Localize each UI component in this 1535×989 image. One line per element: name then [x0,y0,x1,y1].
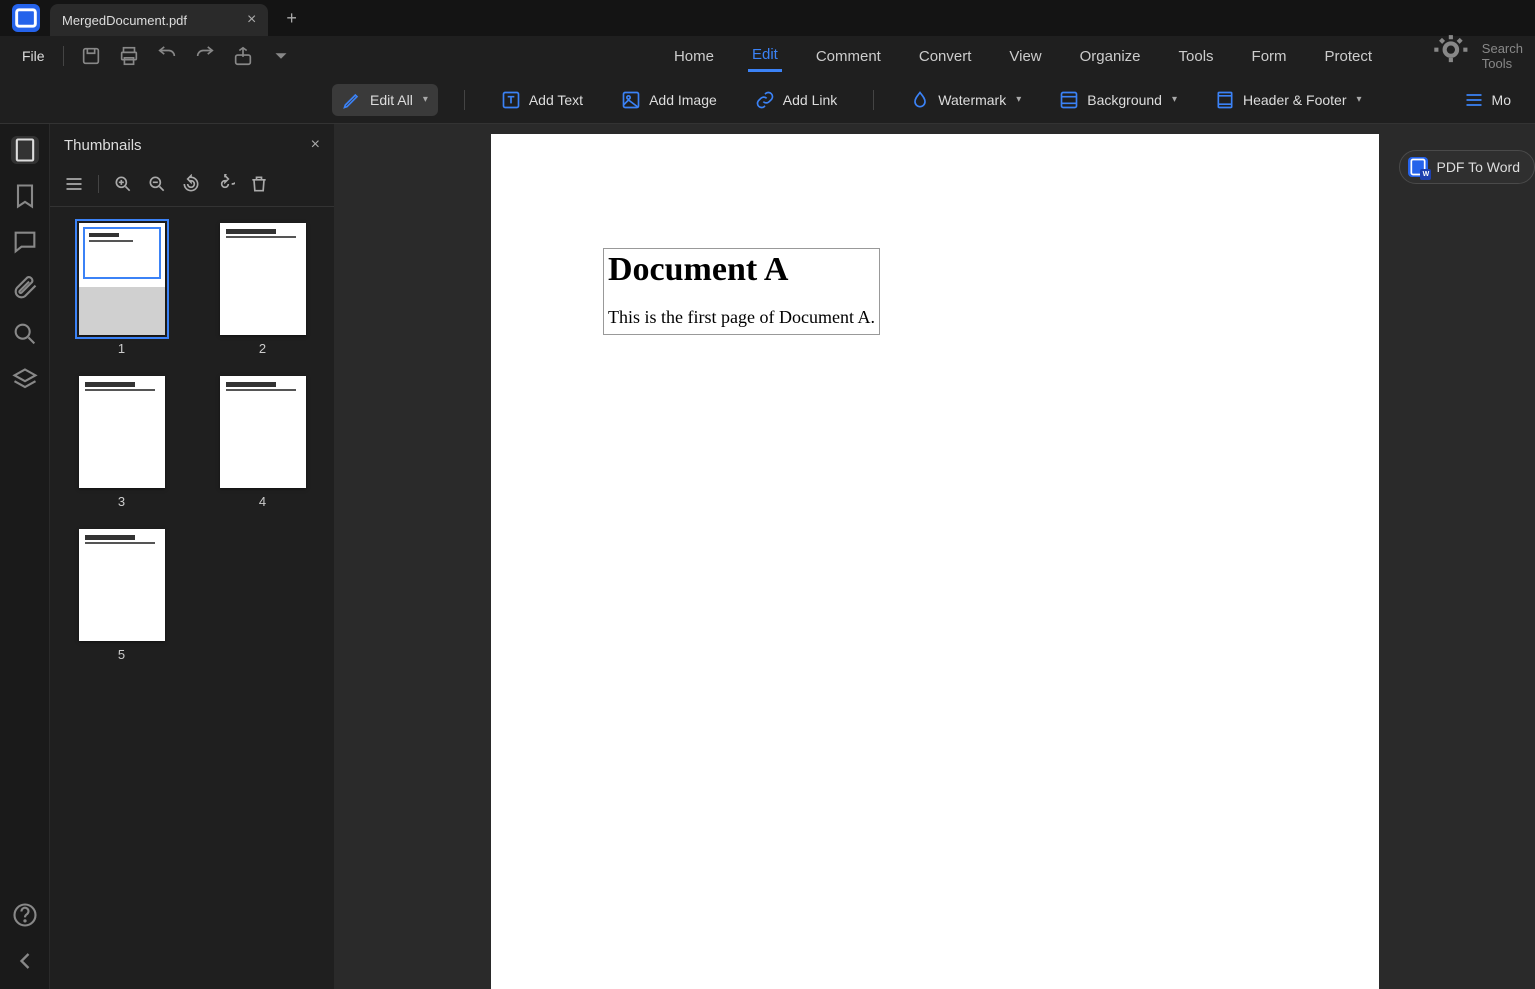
menu-convert[interactable]: Convert [915,42,976,71]
zoom-out-icon[interactable] [147,174,167,194]
word-icon: W [1408,157,1428,177]
search-tools-label: Search Tools [1482,41,1523,71]
add-text-label: Add Text [529,92,583,108]
page-thumbnail-3[interactable]: 3 [66,376,177,509]
menu-tools[interactable]: Tools [1175,42,1218,71]
page-number: 2 [259,341,266,356]
divider [98,175,99,193]
page-thumbnail-5[interactable]: 5 [66,529,177,662]
thumbnails-title: Thumbnails [64,137,142,154]
tab-title: MergedDocument.pdf [62,13,187,28]
thumbnails-header: Thumbnails × [50,124,334,166]
new-tab-button[interactable]: + [286,8,297,29]
edit-all-label: Edit All [370,92,413,108]
main-menu: Home Edit Comment Convert View Organize … [670,31,1523,81]
pdf-to-word-label: PDF To Word [1436,159,1520,175]
pencil-icon [342,90,362,110]
chevron-down-icon: ▾ [1172,94,1177,105]
watermark-button[interactable]: Watermark ▾ [900,84,1031,116]
share-icon[interactable] [232,45,254,67]
thumbnails-panel: Thumbnails × 1 [50,124,335,989]
menu-comment[interactable]: Comment [812,42,885,71]
watermark-label: Watermark [938,92,1006,108]
document-body-text[interactable]: This is the first page of Document A. [608,307,875,328]
file-menu[interactable]: File [12,48,55,64]
bookmarks-rail-icon[interactable] [11,182,39,210]
dropdown-icon[interactable] [270,45,292,67]
save-icon[interactable] [80,45,102,67]
more-label: Mo [1492,92,1511,108]
thumbnails-rail-icon[interactable] [11,136,39,164]
page-thumbnail-4[interactable]: 4 [207,376,318,509]
hamburger-icon [1464,90,1484,110]
rotate-left-icon[interactable] [181,174,201,194]
app-logo-icon [12,4,40,32]
quick-access-bar: File Home Edit Comment Convert View Orga… [0,36,1535,76]
search-tools[interactable]: Search Tools [1426,31,1523,81]
background-button[interactable]: Background ▾ [1049,84,1187,116]
chevron-down-icon: ▾ [1016,94,1021,105]
list-icon[interactable] [64,174,84,194]
left-rail [0,124,50,989]
zoom-in-icon[interactable] [113,174,133,194]
text-edit-box[interactable]: Document A This is the first page of Doc… [603,248,880,335]
help-rail-icon[interactable] [11,901,39,929]
divider [873,90,874,110]
image-icon [621,90,641,110]
main-area: Thumbnails × 1 [0,124,1535,989]
attachments-rail-icon[interactable] [11,274,39,302]
document-viewport[interactable]: Document A This is the first page of Doc… [335,124,1535,989]
menu-view[interactable]: View [1005,42,1045,71]
header-footer-icon [1215,90,1235,110]
divider [63,46,64,66]
menu-form[interactable]: Form [1248,42,1291,71]
undo-icon[interactable] [156,45,178,67]
chevron-down-icon: ▾ [1357,94,1362,105]
comments-rail-icon[interactable] [11,228,39,256]
delete-icon[interactable] [249,174,269,194]
close-tab-icon[interactable]: × [247,11,256,29]
divider [464,90,465,110]
add-image-label: Add Image [649,92,717,108]
page-number: 4 [259,494,266,509]
header-footer-button[interactable]: Header & Footer ▾ [1205,84,1372,116]
print-icon[interactable] [118,45,140,67]
page-thumbnail-2[interactable]: 2 [207,223,318,356]
link-icon [755,90,775,110]
menu-organize[interactable]: Organize [1076,42,1145,71]
pdf-to-word-button[interactable]: W PDF To Word [1399,150,1535,184]
thumbnails-toolbar [50,166,334,207]
document-heading[interactable]: Document A [608,251,875,289]
redo-icon[interactable] [194,45,216,67]
background-label: Background [1087,92,1162,108]
thumbnails-grid: 1 2 3 4 5 [50,207,334,678]
pdf-page[interactable]: Document A This is the first page of Doc… [491,134,1379,989]
add-image-button[interactable]: Add Image [611,84,727,116]
document-tab[interactable]: MergedDocument.pdf × [50,4,268,36]
add-text-button[interactable]: Add Text [491,84,593,116]
more-button[interactable]: Mo [1454,84,1521,116]
text-icon [501,90,521,110]
menu-home[interactable]: Home [670,42,718,71]
page-number: 1 [118,341,125,356]
page-thumbnail-1[interactable]: 1 [66,223,177,356]
search-rail-icon[interactable] [11,320,39,348]
header-footer-label: Header & Footer [1243,92,1347,108]
collapse-rail-icon[interactable] [11,947,39,975]
add-link-button[interactable]: Add Link [745,84,847,116]
rotate-right-icon[interactable] [215,174,235,194]
edit-toolbar: Edit All ▾ Add Text Add Image Add Link W… [0,76,1535,124]
page-number: 5 [118,647,125,662]
close-panel-icon[interactable]: × [311,136,320,154]
add-link-label: Add Link [783,92,837,108]
page-number: 3 [118,494,125,509]
watermark-icon [910,90,930,110]
background-icon [1059,90,1079,110]
menu-protect[interactable]: Protect [1321,42,1377,71]
menu-edit[interactable]: Edit [748,40,782,72]
chevron-down-icon: ▾ [423,94,428,105]
edit-all-button[interactable]: Edit All ▾ [332,84,438,116]
layers-rail-icon[interactable] [11,366,39,394]
